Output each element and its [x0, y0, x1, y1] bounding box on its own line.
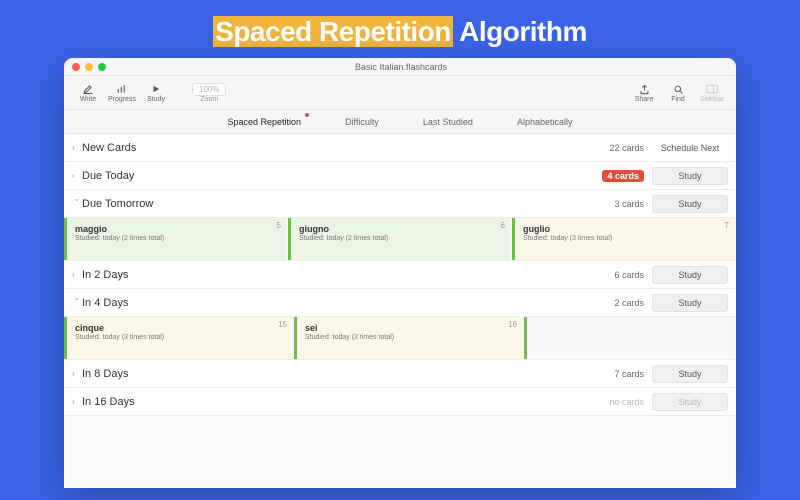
study-button[interactable]: Study [652, 167, 728, 185]
flashcard[interactable]: 15 cinque Studied: today (3 times total) [64, 317, 292, 359]
share-icon [635, 82, 653, 96]
content-area: › New Cards 22 cards Schedule Next › Due… [64, 134, 736, 488]
section-new-cards[interactable]: › New Cards 22 cards Schedule Next [64, 134, 736, 162]
study-button[interactable]: Study [652, 266, 728, 284]
sort-tabs: Spaced Repetition Difficulty Last Studie… [64, 110, 736, 134]
notification-dot-icon [305, 113, 309, 117]
traffic-lights [72, 63, 106, 71]
tab-alphabetically[interactable]: Alphabetically [511, 113, 579, 131]
study-button[interactable]: Study [652, 393, 728, 411]
section-in-4-days[interactable]: › In 4 Days 2 cards Study [64, 289, 736, 317]
chevron-right-icon: › [72, 397, 82, 406]
tab-last-studied[interactable]: Last Studied [417, 113, 479, 131]
card-count: 6 cards [614, 270, 644, 280]
flashcard[interactable]: 7 guglio Studied: today (3 times total) [512, 218, 734, 260]
card-count: 22 cards [609, 143, 644, 153]
search-icon [669, 82, 687, 96]
flashcard[interactable]: 16 sei Studied: today (3 times total) [294, 317, 522, 359]
section-in-16-days[interactable]: › In 16 Days no cards Study [64, 388, 736, 416]
minimize-icon[interactable] [85, 63, 93, 71]
tab-difficulty[interactable]: Difficulty [339, 113, 385, 131]
chevron-down-icon: › [73, 199, 82, 209]
card-count: 2 cards [614, 298, 644, 308]
study-button[interactable]: Study [140, 82, 172, 103]
chevron-right-icon: › [72, 143, 82, 152]
progress-button[interactable]: Progress [106, 82, 138, 103]
tab-spaced-repetition[interactable]: Spaced Repetition [222, 113, 308, 131]
zoom-control[interactable]: 100% Zoom [192, 83, 226, 103]
chevron-down-icon: › [73, 298, 82, 308]
pencil-icon [79, 82, 97, 96]
chevron-right-icon: › [72, 171, 82, 180]
window-title: Basic Italian.flashcards [106, 62, 696, 72]
titlebar: Basic Italian.flashcards [64, 58, 736, 76]
study-button[interactable]: Study [652, 294, 728, 312]
find-button[interactable]: Find [662, 82, 694, 103]
cards-row-in-4-days: 15 cinque Studied: today (3 times total)… [64, 317, 736, 360]
app-window: Basic Italian.flashcards Write Progress [64, 58, 736, 488]
hero-title: Spaced Repetition Algorithm [213, 16, 587, 48]
card-count-badge: 4 cards [602, 170, 644, 182]
maximize-icon[interactable] [98, 63, 106, 71]
close-icon[interactable] [72, 63, 80, 71]
card-count: 3 cards [614, 199, 644, 209]
section-in-2-days[interactable]: › In 2 Days 6 cards Study [64, 261, 736, 289]
play-icon [147, 82, 165, 96]
card-count: no cards [609, 397, 644, 407]
write-button[interactable]: Write [72, 82, 104, 103]
section-due-today[interactable]: › Due Today 4 cards Study [64, 162, 736, 190]
card-count: 7 cards [614, 369, 644, 379]
sidebar-icon [703, 82, 721, 96]
study-button[interactable]: Study [652, 365, 728, 383]
section-due-tomorrow[interactable]: › Due Tomorrow 3 cards Study [64, 190, 736, 218]
flashcard[interactable]: 5 maggio Studied: today (2 times total) [64, 218, 286, 260]
study-button[interactable]: Study [652, 195, 728, 213]
chart-icon [113, 82, 131, 96]
cards-row-tomorrow: 5 maggio Studied: today (2 times total) … [64, 218, 736, 261]
toolbar: Write Progress Study 100% Zoom [64, 76, 736, 110]
schedule-next-button[interactable]: Schedule Next [652, 140, 728, 156]
sidebar-button[interactable]: Sidebar [696, 82, 728, 103]
chevron-right-icon: › [72, 270, 82, 279]
flashcard-placeholder [524, 317, 736, 359]
share-button[interactable]: Share [628, 82, 660, 103]
flashcard[interactable]: 6 giugno Studied: today (2 times total) [288, 218, 510, 260]
section-in-8-days[interactable]: › In 8 Days 7 cards Study [64, 360, 736, 388]
chevron-right-icon: › [72, 369, 82, 378]
